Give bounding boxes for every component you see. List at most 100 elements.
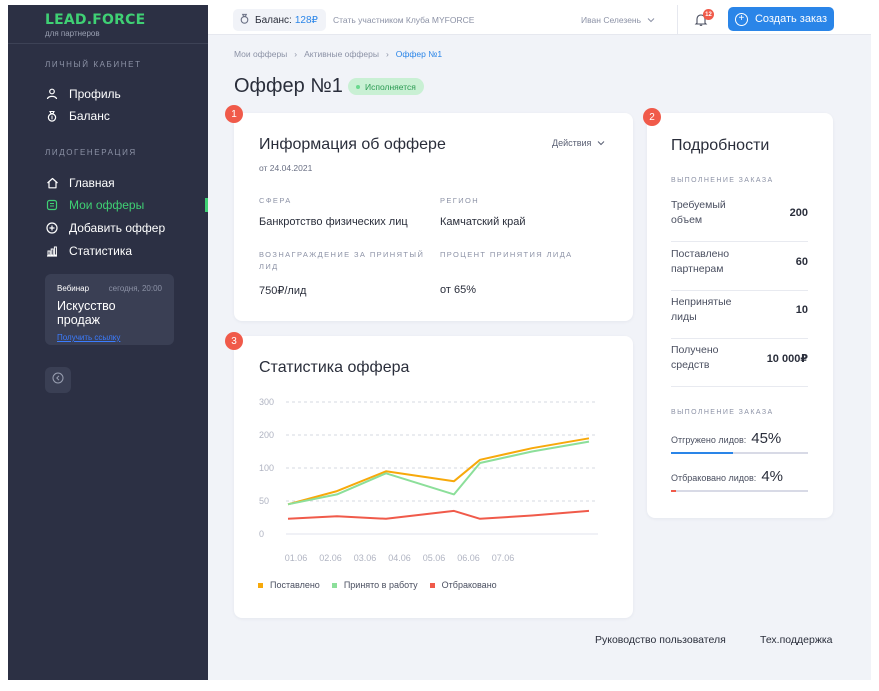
webinar-link[interactable]: Получить ссылку bbox=[57, 333, 162, 342]
sidebar-item-stats[interactable]: Статистика bbox=[45, 241, 132, 261]
field-value-acceptance: от 65% bbox=[440, 284, 476, 296]
breadcrumb: Мои офферы › Активные офферы › Оффер №1 bbox=[234, 49, 442, 59]
balance-widget[interactable]: Баланс: 128₽ bbox=[233, 9, 326, 31]
sidebar-item-my-offers[interactable]: Мои офферы bbox=[45, 195, 144, 215]
sidebar-item-label: Статистика bbox=[69, 244, 133, 258]
progress-track bbox=[671, 490, 808, 492]
user-name: Иван Селезень bbox=[581, 15, 642, 25]
webinar-tag: Вебинар bbox=[57, 284, 90, 293]
section-title-leadgen: ЛИДОГЕНЕРАЦИЯ bbox=[45, 148, 137, 157]
support-link[interactable]: Тех.поддержка bbox=[760, 634, 833, 646]
marker-3: 3 bbox=[225, 332, 243, 350]
logo-subtitle: для партнеров bbox=[45, 29, 100, 38]
y-tick-label: 100 bbox=[259, 463, 274, 473]
user-guide-link[interactable]: Руководство пользователя bbox=[595, 634, 726, 646]
sidebar-item-label: Главная bbox=[69, 176, 115, 190]
legend-label: Принято в работу bbox=[343, 580, 418, 590]
detail-row: Поставлено партнерам 60 bbox=[671, 244, 808, 291]
plus-circle-icon: + bbox=[734, 12, 748, 26]
progress-label: Отбраковано лидов: bbox=[671, 473, 757, 483]
club-link[interactable]: Стать участником Клуба MYFORCE bbox=[333, 15, 474, 25]
field-value-region: Камчатский край bbox=[440, 216, 526, 228]
chart-legend: Поставлено Принято в работу Отбраковано bbox=[258, 580, 509, 590]
detail-value: 10 000₽ bbox=[766, 353, 808, 365]
balance-amount: 128₽ bbox=[294, 14, 318, 26]
x-tick-label: 05.06 bbox=[423, 553, 446, 563]
money-bag-icon bbox=[45, 109, 59, 123]
app-window: LEAD.FORCE для партнеров ЛИЧНЫЙ КАБИНЕТ … bbox=[8, 5, 871, 680]
field-label-sphere: СФЕРА bbox=[259, 196, 292, 205]
sidebar-item-home[interactable]: Главная bbox=[45, 173, 115, 193]
progress-label: Отгружено лидов: bbox=[671, 435, 747, 445]
legend-label: Поставлено bbox=[270, 580, 320, 590]
field-value-sphere: Банкротство физических лиц bbox=[259, 216, 408, 228]
webinar-title: Искусство продаж bbox=[57, 299, 116, 327]
actions-label: Действия bbox=[552, 138, 592, 148]
money-bag-icon bbox=[239, 13, 250, 27]
logo-text: LEAD.FORCE bbox=[45, 12, 146, 28]
chevron-down-icon bbox=[647, 15, 655, 25]
sidebar-item-label: Профиль bbox=[69, 87, 121, 101]
detail-row: Получено средств 10 000₽ bbox=[671, 340, 808, 387]
sidebar-item-balance[interactable]: Баланс bbox=[45, 106, 110, 126]
legend-label: Отбраковано bbox=[441, 580, 497, 590]
x-tick-label: 01.06 bbox=[285, 553, 308, 563]
divider bbox=[677, 5, 678, 35]
field-value-reward: 750₽/лид bbox=[259, 285, 307, 297]
notification-badge: 12 bbox=[703, 9, 714, 20]
divider bbox=[8, 43, 208, 44]
y-tick-label: 0 bbox=[259, 529, 264, 539]
collapse-sidebar-button[interactable] bbox=[45, 367, 71, 393]
webinar-time: сегодня, 20:00 bbox=[108, 284, 162, 293]
progress-rejected: Отбраковано лидов: 4% bbox=[671, 468, 808, 492]
actions-dropdown[interactable]: Действия bbox=[552, 138, 605, 148]
sidebar-item-label: Баланс bbox=[69, 109, 110, 123]
home-icon bbox=[45, 176, 59, 190]
card-title: Статистика оффера bbox=[259, 359, 410, 376]
detail-label: Требуемый объем bbox=[671, 199, 726, 226]
detail-label: Получено средств bbox=[671, 344, 719, 371]
offer-date: от 24.04.2021 bbox=[259, 163, 313, 173]
create-order-label: Создать заказ bbox=[754, 13, 828, 25]
create-order-button[interactable]: + Создать заказ bbox=[728, 7, 834, 31]
status-label: Исполняется bbox=[365, 81, 416, 92]
section-title: ВЫПОЛНЕНИЕ ЗАКАЗА bbox=[671, 409, 774, 416]
detail-row: Требуемый объем 200 bbox=[671, 195, 808, 242]
x-tick-label: 04.06 bbox=[388, 553, 411, 563]
legend-swatch bbox=[258, 582, 263, 588]
top-bar: Баланс: 128₽ Стать участником Клуба MYFO… bbox=[208, 5, 871, 35]
sidebar: LEAD.FORCE для партнеров ЛИЧНЫЙ КАБИНЕТ … bbox=[8, 5, 208, 680]
webinar-card: Вебинар сегодня, 20:00 Искусство продаж … bbox=[45, 274, 174, 345]
progress-fill bbox=[671, 490, 677, 492]
breadcrumb-item[interactable]: Мои офферы bbox=[234, 49, 287, 59]
series-line bbox=[287, 440, 590, 506]
y-tick-label: 300 bbox=[259, 397, 274, 407]
chevron-down-icon bbox=[597, 138, 605, 148]
field-label-reward: ВОЗНАГРАЖДЕНИЕ ЗА ПРИНЯТЫЙ ЛИД bbox=[259, 250, 425, 271]
user-menu[interactable]: Иван Селезень bbox=[581, 15, 655, 25]
detail-row: Непринятые лиды 10 bbox=[671, 292, 808, 339]
chevron-right-icon: › bbox=[294, 49, 298, 59]
progress-track bbox=[671, 452, 808, 454]
logo[interactable]: LEAD.FORCE для партнеров bbox=[45, 12, 145, 38]
add-circle-icon bbox=[45, 221, 59, 235]
active-indicator bbox=[205, 198, 208, 212]
breadcrumb-item[interactable]: Активные офферы bbox=[304, 49, 379, 59]
section-title: ВЫПОЛНЕНИЕ ЗАКАЗА bbox=[671, 177, 774, 184]
offer-info-card: Информация об оффере от 24.04.2021 Дейст… bbox=[234, 113, 633, 321]
sidebar-item-profile[interactable]: Профиль bbox=[45, 84, 121, 104]
stats-icon bbox=[45, 244, 59, 258]
legend-swatch bbox=[429, 582, 435, 588]
legend-item: Принято в работу bbox=[331, 580, 418, 590]
chevron-right-icon: › bbox=[385, 49, 389, 59]
sidebar-item-label: Мои офферы bbox=[69, 198, 145, 212]
x-tick-label: 03.06 bbox=[354, 553, 377, 563]
offers-icon bbox=[45, 198, 59, 212]
chevron-left-icon bbox=[52, 371, 64, 389]
legend-item: Поставлено bbox=[258, 580, 320, 590]
sidebar-item-add-offer[interactable]: Добавить оффер bbox=[45, 218, 165, 238]
page-title: Оффер №1 bbox=[234, 75, 343, 97]
progress-percent: 4% bbox=[761, 468, 783, 485]
detail-value: 60 bbox=[795, 256, 808, 268]
user-icon bbox=[45, 87, 59, 101]
